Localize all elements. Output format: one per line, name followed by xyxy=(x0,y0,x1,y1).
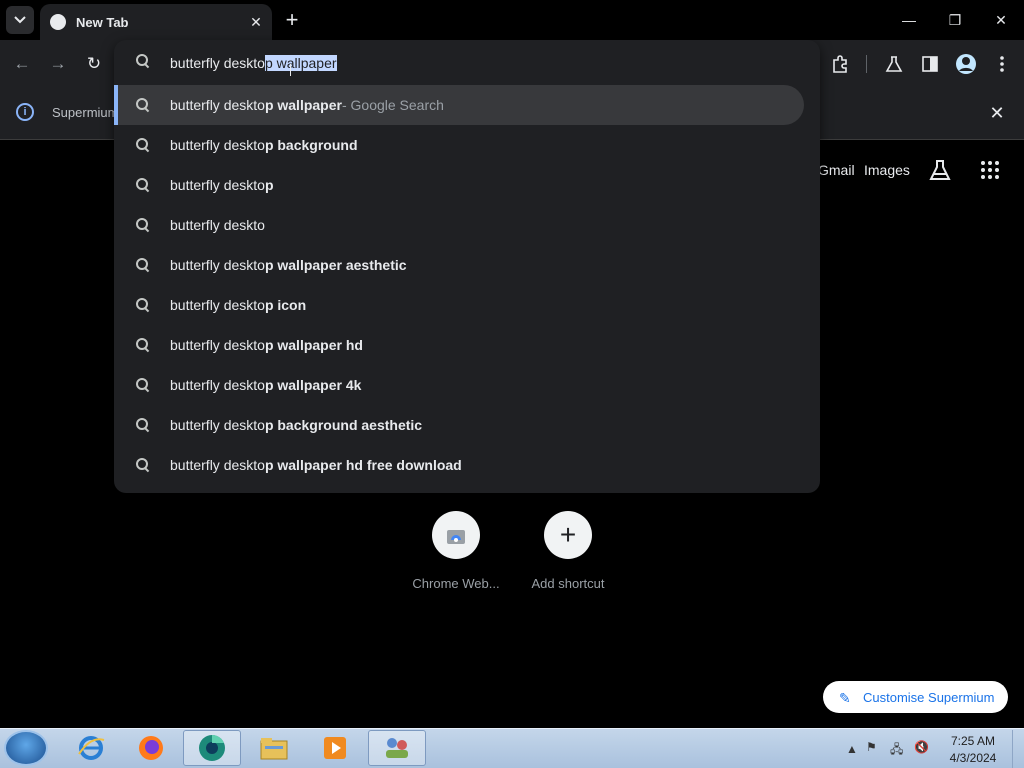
clock-date: 4/3/2024 xyxy=(949,751,997,765)
customise-button[interactable]: ✎ Customise Supermium xyxy=(823,681,1008,713)
search-labs-icon[interactable] xyxy=(928,158,954,184)
back-button[interactable]: ← xyxy=(8,50,36,78)
internet-explorer-icon[interactable] xyxy=(62,730,120,766)
search-icon xyxy=(136,458,150,472)
volume-muted-icon[interactable]: 🔇 xyxy=(914,740,929,754)
suggestion-completion: p xyxy=(264,177,274,193)
customise-label: Customise Supermium xyxy=(863,689,995,705)
suggestion-text: butterfly deskto xyxy=(170,377,265,393)
shortcut-label: Chrome Web... xyxy=(412,576,500,591)
start-button[interactable] xyxy=(4,730,48,766)
new-tab-button[interactable]: + xyxy=(280,7,304,32)
network-app-icon[interactable] xyxy=(368,730,426,766)
shortcut-chrome-web-store[interactable] xyxy=(432,511,480,559)
info-bar-text: Supermium xyxy=(52,105,119,120)
search-icon xyxy=(136,298,150,312)
menu-kebab-icon[interactable] xyxy=(988,50,1016,78)
suggestion-completion: p icon xyxy=(264,297,307,313)
suggestion-item[interactable]: butterfly deskto p xyxy=(114,165,804,205)
google-apps-icon[interactable] xyxy=(978,158,1002,182)
clock-time: 7:25 AM xyxy=(950,734,996,748)
tab-search-button[interactable] xyxy=(6,6,34,34)
suggestion-text: butterfly deskto xyxy=(170,97,265,113)
search-icon xyxy=(136,178,150,192)
search-icon xyxy=(136,98,150,112)
suggestion-text: butterfly deskto xyxy=(170,257,265,273)
suggestion-completion: p wallpaper 4k xyxy=(264,377,362,393)
suggestion-source: - Google Search xyxy=(341,97,444,113)
text-cursor-icon xyxy=(290,64,298,76)
profile-avatar-icon[interactable] xyxy=(952,50,980,78)
tab-title: New Tab xyxy=(76,14,129,30)
search-icon xyxy=(136,378,150,392)
suggestion-completion: p wallpaper xyxy=(264,97,342,113)
gmail-link[interactable]: Gmail xyxy=(818,162,855,178)
system-clock[interactable]: 7:25 AM 4/3/2024 xyxy=(940,733,1006,767)
extensions-icon[interactable] xyxy=(826,50,854,78)
suggestion-completion: p wallpaper hd xyxy=(264,337,363,353)
suggestion-item[interactable]: butterfly deskto p wallpaper hd xyxy=(114,325,804,365)
media-player-icon[interactable] xyxy=(306,730,364,766)
suggestion-text: butterfly deskto xyxy=(170,297,265,313)
suggestion-item[interactable]: butterfly deskto p wallpaper hd free down… xyxy=(114,445,804,485)
suggestion-completion: p wallpaper hd free download xyxy=(264,457,462,473)
omnibox-input[interactable]: butterfly desktop wallpaper xyxy=(114,40,820,86)
suggestion-completion: p background aesthetic xyxy=(264,417,423,433)
suggestion-text: butterfly deskto xyxy=(170,417,265,433)
close-window-button[interactable]: ✕ xyxy=(978,0,1024,40)
supermium-browser-icon[interactable] xyxy=(183,730,241,766)
network-icon[interactable]: 🖧 xyxy=(890,740,903,761)
omnibox-autocomplete-selection: p wallpaper xyxy=(264,55,337,71)
tab-new-tab[interactable]: New Tab ✕ xyxy=(40,4,272,40)
suggestion-item[interactable]: butterfly deskto p icon xyxy=(114,285,804,325)
chevron-down-icon xyxy=(14,16,26,24)
file-explorer-icon[interactable] xyxy=(245,730,303,766)
suggestion-text: butterfly deskto xyxy=(170,217,265,233)
tab-close-icon[interactable]: ✕ xyxy=(246,12,266,32)
suggestion-text: butterfly deskto xyxy=(170,337,265,353)
suggestion-text: butterfly deskto xyxy=(170,457,265,473)
search-icon xyxy=(136,338,150,352)
forward-button[interactable]: → xyxy=(44,50,72,78)
search-icon xyxy=(136,258,150,272)
minimize-button[interactable]: — xyxy=(886,0,932,40)
show-hidden-icons-icon[interactable]: ▲ xyxy=(846,742,858,756)
shortcut-label: Add shortcut xyxy=(531,576,605,591)
reload-button[interactable]: ↻ xyxy=(80,50,108,78)
suggestion-item[interactable]: butterfly deskto xyxy=(114,205,804,245)
show-desktop-button[interactable] xyxy=(1012,730,1024,768)
omnibox-dropdown: butterfly desktop wallpaper butterfly de… xyxy=(114,40,820,493)
suggestion-item[interactable]: butterfly deskto p wallpaper - Google Sea… xyxy=(114,85,804,125)
globe-icon xyxy=(50,14,66,30)
suggestion-completion: p wallpaper aesthetic xyxy=(264,257,407,273)
suggestion-text: butterfly deskto xyxy=(170,177,265,193)
firefox-icon[interactable] xyxy=(122,730,180,766)
add-shortcut-button[interactable]: + xyxy=(544,511,592,559)
chrome-web-store-icon xyxy=(447,530,465,544)
suggestion-item[interactable]: butterfly deskto p background xyxy=(114,125,804,165)
restore-button[interactable]: ❐ xyxy=(932,0,978,40)
omnibox-typed-text: butterfly deskto xyxy=(170,55,265,71)
search-icon xyxy=(136,54,150,68)
side-panel-icon[interactable] xyxy=(916,50,944,78)
suggestion-item[interactable]: butterfly deskto p wallpaper 4k xyxy=(114,365,804,405)
toolbar-divider xyxy=(866,55,867,73)
search-icon xyxy=(136,138,150,152)
suggestion-item[interactable]: butterfly deskto p wallpaper aesthetic xyxy=(114,245,804,285)
info-bar-close-icon[interactable]: ✕ xyxy=(986,102,1008,124)
suggestion-text: butterfly deskto xyxy=(170,137,265,153)
suggestion-completion: p background xyxy=(264,137,358,153)
pencil-icon: ✎ xyxy=(839,690,851,706)
images-link[interactable]: Images xyxy=(864,162,910,178)
omnibox-text[interactable]: butterfly desktop wallpaper xyxy=(170,55,337,71)
labs-icon[interactable] xyxy=(880,50,908,78)
suggestion-item[interactable]: butterfly deskto p background aesthetic xyxy=(114,405,804,445)
search-icon xyxy=(136,418,150,432)
action-center-flag-icon[interactable]: ⚑ xyxy=(866,740,877,754)
info-icon: i xyxy=(16,103,34,121)
search-icon xyxy=(136,218,150,232)
